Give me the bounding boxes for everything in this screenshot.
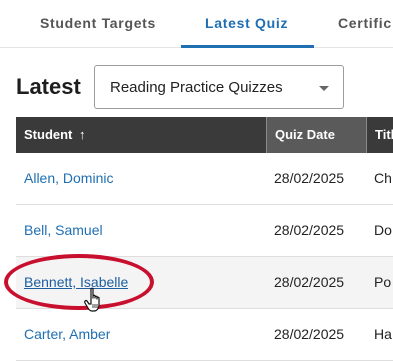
quiz-title-cell: Ch [374, 170, 392, 186]
tab-student-targets[interactable]: Student Targets [40, 15, 156, 31]
quiz-title-cell: Po [374, 274, 392, 290]
chevron-down-icon [319, 86, 329, 91]
table-row: Bennett, Isabelle 28/02/2025 Po [16, 257, 393, 309]
active-tab-indicator [181, 45, 314, 48]
table-row: Allen, Dominic 28/02/2025 Ch [16, 153, 393, 205]
table-row: Carter, Amber 28/02/2025 Ha [16, 309, 393, 361]
sort-ascending-icon: ↑ [79, 127, 86, 142]
table-header: Student ↑ Quiz Date Title [16, 117, 393, 153]
student-name-link[interactable]: Bennett, Isabelle [24, 274, 128, 290]
tab-latest-quiz[interactable]: Latest Quiz [205, 15, 288, 31]
column-header-quiz-date[interactable]: Quiz Date [266, 117, 366, 153]
student-name-link[interactable]: Allen, Dominic [24, 170, 113, 186]
quiz-type-select[interactable]: Reading Practice Quizzes [94, 65, 344, 109]
quiz-title-cell: Ha [374, 326, 392, 342]
quiz-type-select-value: Reading Practice Quizzes [110, 79, 283, 96]
tab-bar: Student Targets Latest Quiz Certific [0, 0, 393, 48]
student-name-link[interactable]: Carter, Amber [24, 326, 110, 342]
latest-label: Latest [16, 74, 81, 99]
quiz-date-cell: 28/02/2025 [274, 222, 345, 238]
tab-certificates[interactable]: Certific [338, 15, 392, 31]
quiz-date-cell: 28/02/2025 [274, 170, 345, 186]
quiz-date-cell: 28/02/2025 [274, 326, 345, 342]
quiz-date-cell: 28/02/2025 [274, 274, 345, 290]
table-row: Bell, Samuel 28/02/2025 Do [16, 205, 393, 257]
column-header-title[interactable]: Title [366, 117, 393, 153]
column-header-student-label: Student [24, 127, 73, 142]
column-header-student[interactable]: Student ↑ [16, 117, 266, 153]
quiz-title-cell: Do [374, 222, 392, 238]
student-name-link[interactable]: Bell, Samuel [24, 222, 103, 238]
